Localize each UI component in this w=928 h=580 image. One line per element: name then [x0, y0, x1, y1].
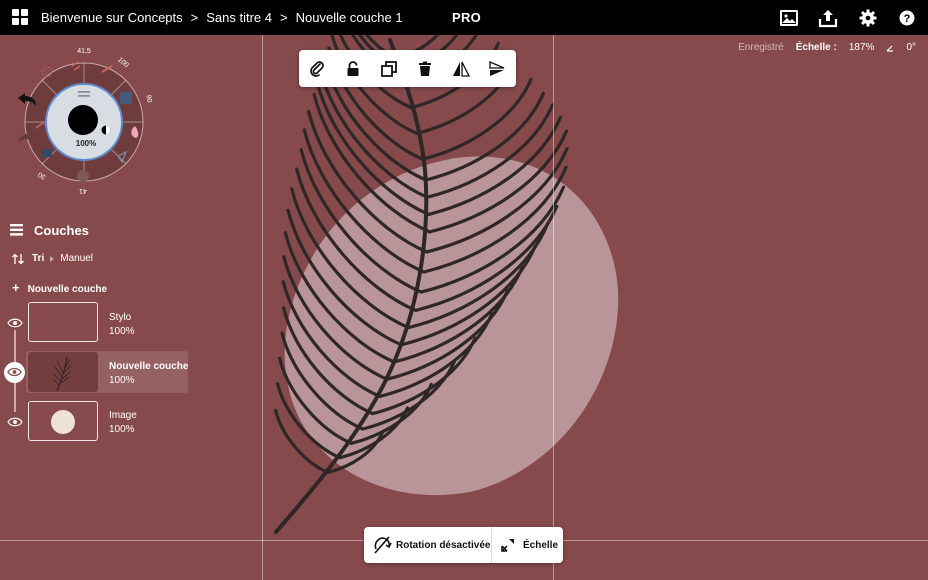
breadcrumb: Bienvenue sur Concepts > Sans titre 4 > … — [41, 10, 403, 25]
layer-thumbnail-image[interactable] — [28, 401, 98, 441]
visibility-eye-icon[interactable] — [7, 417, 23, 427]
layer-opacity: 100% — [109, 326, 135, 337]
scale-button-label: Échelle — [523, 540, 559, 551]
breadcrumb-item-home[interactable]: Bienvenue sur Concepts — [41, 10, 183, 25]
brush-size-label: 41,5 — [77, 48, 91, 55]
settings-gear-icon[interactable] — [858, 8, 878, 28]
redo-icon[interactable] — [16, 128, 38, 144]
scale-icon — [501, 539, 514, 552]
brush-size-label: 41 — [79, 187, 87, 194]
selection-toolbar — [299, 50, 516, 87]
breadcrumb-item-drawing[interactable]: Sans titre 4 — [206, 10, 272, 25]
help-icon[interactable]: ? — [897, 8, 917, 28]
trash-icon[interactable] — [415, 59, 435, 79]
sort-label: Tri — [32, 253, 45, 264]
breadcrumb-item-layer[interactable]: Nouvelle couche 1 — [296, 10, 403, 25]
sort-row[interactable]: Tri Manuel — [12, 253, 93, 264]
brush-opacity-label: 100% — [76, 139, 96, 148]
chevron-right-icon — [50, 255, 55, 262]
bottom-controls: Rotation désactivée Échelle — [364, 527, 563, 563]
layer-thumbnail-nouvelle-couche[interactable] — [28, 352, 98, 392]
new-layer-button[interactable]: + Nouvelle couche — [12, 280, 107, 295]
top-bar: Bienvenue sur Concepts > Sans titre 4 > … — [0, 0, 928, 35]
app-window: Bienvenue sur Concepts > Sans titre 4 > … — [0, 0, 928, 580]
scale-label: Échelle : — [795, 42, 837, 53]
tool-wheel[interactable]: 100% 41,5 100 90 30 41 — [22, 44, 154, 194]
duplicate-icon[interactable] — [379, 59, 399, 79]
gallery-grid-icon[interactable] — [12, 9, 28, 25]
angle-value[interactable]: 0° — [906, 42, 916, 53]
status-bar: Enregistré Échelle : 187% 0° — [738, 42, 916, 53]
paperclip-icon[interactable] — [307, 59, 327, 79]
undo-icon[interactable] — [16, 92, 38, 108]
brush-size-label: 100 — [116, 56, 130, 69]
sort-value: Manuel — [60, 253, 94, 264]
layer-opacity: 100% — [109, 424, 135, 435]
guide-line-vertical-right — [553, 35, 554, 580]
guide-line-vertical-left — [262, 35, 263, 580]
visibility-eye-active[interactable] — [4, 362, 25, 383]
export-icon[interactable] — [818, 8, 838, 28]
layers-title[interactable]: Couches — [34, 223, 89, 238]
svg-text:?: ? — [904, 13, 911, 25]
breadcrumb-separator: > — [190, 10, 199, 25]
image-icon[interactable] — [779, 8, 799, 28]
sort-icon — [12, 253, 24, 264]
scale-button[interactable]: Échelle — [491, 527, 564, 563]
rotation-toggle-button[interactable]: Rotation désactivée — [364, 527, 490, 563]
layer-name[interactable]: Image — [109, 410, 137, 421]
flip-horizontal-icon[interactable] — [451, 59, 471, 79]
circle-thumbnail — [51, 410, 75, 434]
plus-icon: + — [12, 280, 20, 295]
scale-value[interactable]: 187% — [849, 42, 875, 53]
layers-icon — [10, 224, 23, 236]
layer-name[interactable]: Stylo — [109, 312, 131, 323]
brush-size-label: 90 — [144, 94, 152, 103]
layer-name[interactable]: Nouvelle couche — [109, 361, 188, 372]
flip-vertical-icon[interactable] — [487, 59, 507, 79]
pro-badge[interactable]: PRO — [452, 10, 481, 25]
breadcrumb-separator: > — [280, 10, 288, 25]
layer-thumbnail-stylo[interactable] — [28, 302, 98, 342]
feather-thumbnail — [52, 356, 72, 392]
visibility-eye-icon[interactable] — [7, 318, 23, 328]
rotation-disabled-icon — [374, 536, 392, 554]
layer-opacity: 100% — [109, 375, 135, 386]
brush-size-label: 30 — [37, 170, 47, 180]
new-layer-label: Nouvelle couche — [27, 284, 108, 295]
feather-strand — [421, 77, 533, 161]
saved-status: Enregistré — [738, 42, 784, 53]
lock-icon[interactable] — [343, 59, 363, 79]
angle-icon — [887, 45, 894, 52]
rotation-label: Rotation désactivée — [396, 540, 491, 551]
eye-icon — [7, 367, 22, 377]
